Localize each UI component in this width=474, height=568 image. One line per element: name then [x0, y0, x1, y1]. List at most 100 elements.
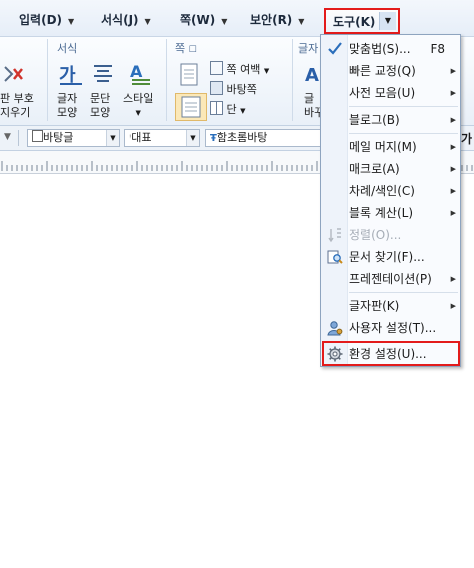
menu-item-label: 매크로(A) — [349, 162, 400, 176]
menu-item-label: 블로그(B) — [349, 113, 400, 127]
page-icon — [180, 63, 198, 86]
toolbar-separator — [18, 130, 19, 146]
page-margin-icon — [210, 61, 223, 75]
column-button[interactable]: 단 ▼ — [210, 101, 246, 117]
menu-format[interactable]: 서식(J) ▼ — [101, 10, 151, 30]
menu-input[interactable]: 입력(D) ▼ — [19, 10, 74, 30]
font-combo[interactable]: Ŧ함초롬바탕 — [205, 129, 323, 147]
chevron-right-icon: ▶ — [450, 187, 456, 195]
menu-item-spellcheck[interactable]: 맞춤법(S)... F8 — [322, 38, 459, 60]
style-combo-value: 바탕글 — [43, 131, 74, 144]
sort-icon — [328, 228, 341, 243]
char-shape-line1: 글자 — [57, 92, 78, 105]
language-combo-value: 대표 — [131, 131, 152, 144]
menu-page[interactable]: 쪽(W) ▼ — [180, 10, 227, 30]
svg-text:A: A — [305, 65, 319, 86]
char-shape-line2: 모양 — [57, 106, 78, 119]
chevron-right-icon: ▶ — [450, 165, 456, 173]
document-search-icon — [327, 250, 343, 264]
chevron-down-icon: ▼ — [263, 67, 270, 75]
remove-marks-button[interactable]: 판 부호 지우기 — [0, 92, 34, 120]
menu-format-label: 서식(J) — [101, 13, 139, 27]
chevron-down-icon: ▼ — [68, 17, 75, 26]
menu-item-label: 글자판(K) — [349, 299, 400, 313]
spellcheck-icon — [328, 42, 342, 55]
menu-item-quick-correct[interactable]: 빠른 교정(Q) ▶ — [322, 60, 459, 82]
background-page-icon — [210, 81, 223, 95]
char-shape-button[interactable]: 글자 모양 — [57, 92, 77, 120]
group-separator — [292, 39, 293, 121]
page-margin-label: 쪽 여백 — [226, 63, 261, 76]
menu-security[interactable]: 보안(R) ▼ — [250, 10, 304, 30]
group-title-char: 글자 — [298, 42, 319, 55]
svg-text:가: 가 — [59, 65, 76, 86]
menu-item-label: 차례/색인(C) — [349, 184, 415, 198]
menu-item-shortcut: F8 — [430, 42, 445, 56]
style-combo[interactable]: 바탕글 ▼ — [27, 129, 120, 147]
style-chevron-down-icon: ▼ — [135, 109, 141, 117]
svg-text:A: A — [130, 62, 143, 81]
chevron-right-icon: ▶ — [450, 67, 456, 75]
menu-item-label: 사용자 설정(T)... — [349, 321, 437, 335]
para-shape-icon — [94, 65, 112, 82]
background-page-button[interactable]: 바탕쪽 — [210, 81, 257, 97]
page-margin-button[interactable]: 쪽 여백 ▼ — [210, 61, 269, 77]
preferences-highlight-box — [322, 341, 460, 366]
menu-item-dictionary[interactable]: 사전 모음(U) ▶ — [322, 82, 459, 104]
column-label: 단 — [226, 103, 237, 116]
style-combo-icon — [32, 130, 43, 142]
chevron-down-icon: ▼ — [221, 17, 228, 26]
menu-tools[interactable]: 도구(K) ▼ — [324, 8, 400, 34]
menu-item-find-document[interactable]: 문서 찾기(F)... — [322, 246, 459, 268]
chevron-right-icon: ▶ — [450, 302, 456, 310]
language-combo[interactable]: ꜝ대표 ▼ — [124, 129, 200, 147]
menu-item-keyboard[interactable]: 글자판(K) ▶ — [322, 295, 459, 317]
chevron-right-icon: ▶ — [450, 143, 456, 151]
chevron-right-icon: ▶ — [450, 116, 456, 124]
char-shape-icon: 가 — [59, 65, 82, 86]
page-setup-button[interactable] — [175, 93, 207, 121]
menu-item-label: 정렬(O)... — [349, 228, 402, 242]
remove-marks-line2: 지우기 — [0, 106, 31, 119]
page-layout-icon — [181, 96, 201, 118]
style-icon: A — [130, 62, 150, 85]
chevron-down-icon[interactable]: ▼ — [106, 130, 119, 146]
menu-separator — [349, 106, 458, 107]
chevron-down-icon: ▼ — [240, 107, 246, 115]
remove-marks-icon — [4, 66, 23, 82]
menu-bar: 입력(D) ▼ 서식(J) ▼ 쪽(W) ▼ 보안(R) ▼ 도구(K) ▼ — [0, 0, 474, 37]
chevron-down-icon[interactable]: ▼ — [379, 12, 396, 30]
menu-item-label: 문서 찾기(F)... — [349, 250, 425, 264]
menu-separator — [349, 292, 458, 293]
menu-input-label: 입력(D) — [19, 13, 63, 27]
menu-item-mail-merge[interactable]: 메일 머지(M) ▶ — [322, 136, 459, 158]
menu-item-label: 블록 계산(L) — [349, 206, 414, 220]
menu-item-blog[interactable]: 블로그(B) ▶ — [322, 109, 459, 131]
menu-item-toc-index[interactable]: 차례/색인(C) ▶ — [322, 180, 459, 202]
menu-item-label: 빠른 교정(Q) — [349, 64, 416, 78]
chevron-right-icon: ▶ — [450, 275, 456, 283]
chevron-down-icon: ▼ — [298, 17, 305, 26]
menu-tools-label: 도구(K) — [333, 15, 376, 29]
group-expand-icon[interactable]: ☐ — [189, 45, 197, 55]
menu-item-presentation[interactable]: 프레젠테이션(P) ▶ — [322, 268, 459, 290]
menu-page-label: 쪽(W) — [180, 13, 216, 27]
remove-marks-line1: 판 부호 — [0, 92, 34, 105]
chevron-down-icon[interactable]: ▼ — [186, 130, 199, 146]
para-shape-line2: 모양 — [90, 106, 111, 119]
group-title-page-label: 쪽 — [175, 42, 186, 55]
menu-item-macro[interactable]: 매크로(A) ▶ — [322, 158, 459, 180]
tools-dropdown-menu: 맞춤법(S)... F8 빠른 교정(Q) ▶ 사전 모음(U) ▶ 블로그(B… — [320, 34, 461, 367]
font-combo-value: 함초롬바탕 — [216, 131, 268, 144]
group-separator — [47, 39, 48, 121]
font-size-partial[interactable]: 가 — [461, 130, 472, 147]
chevron-down-icon: ▼ — [144, 17, 151, 26]
menu-item-label: 사전 모음(U) — [349, 86, 416, 100]
group-title-format: 서식 — [57, 42, 78, 55]
style-button[interactable]: 스타일 ▼ — [123, 92, 153, 120]
menu-item-user-settings[interactable]: 사용자 설정(T)... — [322, 317, 459, 339]
para-shape-button[interactable]: 문단 모양 — [90, 92, 110, 120]
chevron-down-icon[interactable]: ▼ — [4, 132, 11, 142]
menu-security-label: 보안(R) — [250, 13, 293, 27]
menu-item-block-calc[interactable]: 블록 계산(L) ▶ — [322, 202, 459, 224]
